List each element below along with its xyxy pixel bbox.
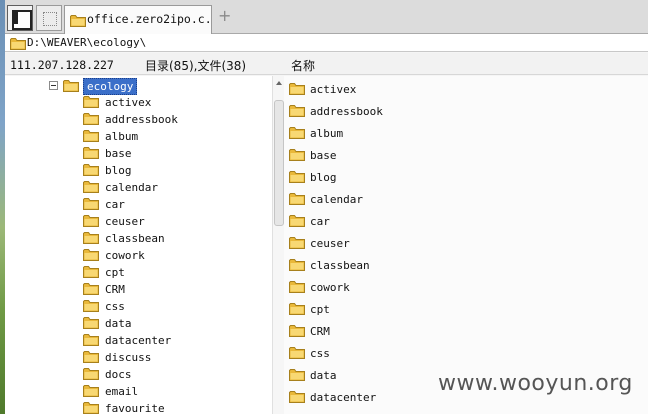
tree-item-label: classbean (105, 232, 165, 245)
directory-tree: ecology activex addressbook album base b… (5, 76, 273, 414)
folder-icon (10, 37, 26, 50)
folder-icon (289, 346, 305, 359)
scrollbar-thumb[interactable] (274, 100, 284, 226)
list-item-label: classbean (310, 259, 370, 272)
tree-item-label: ceuser (105, 215, 145, 228)
tab-active[interactable]: office.zero2ipo.c... (64, 5, 212, 34)
folder-icon (83, 401, 99, 414)
list-item-label: CRM (310, 325, 330, 338)
folder-icon (83, 316, 99, 329)
folder-icon (289, 148, 305, 161)
folder-icon (289, 170, 305, 183)
folder-icon (83, 333, 99, 346)
scroll-up-arrow-icon[interactable] (276, 81, 282, 85)
folder-icon (83, 265, 99, 278)
folder-icon (289, 214, 305, 227)
folder-icon (289, 302, 305, 315)
folder-icon (83, 163, 99, 176)
tree-item-label: album (105, 130, 139, 143)
list-item-label: car (310, 215, 330, 228)
server-ip: 111.207.128.227 (10, 58, 114, 72)
tree-item-label: car (105, 198, 125, 211)
toggle-panel-button[interactable] (7, 5, 33, 31)
tree-item-label: email (105, 385, 139, 398)
list-item-label: data (310, 369, 337, 382)
tree-item-label: calendar (105, 181, 158, 194)
watermark-text: www.wooyun.org (438, 371, 633, 396)
tree-item-label: discuss (105, 351, 152, 364)
folder-open-icon (63, 79, 79, 92)
new-window-button[interactable] (36, 5, 62, 31)
folder-icon (289, 324, 305, 337)
tree-item-label: docs (105, 368, 132, 381)
folder-icon (289, 390, 305, 403)
list-item-label: album (310, 127, 344, 140)
list-item-label: activex (310, 83, 357, 96)
tree-item-label: addressbook (105, 113, 178, 126)
status-row: 111.207.128.227 目录(85),文件(38) 名称 (5, 53, 648, 75)
list-item-label: blog (310, 171, 337, 184)
tree-item-label: datacenter (105, 334, 172, 347)
folder-icon (83, 180, 99, 193)
folder-icon (83, 282, 99, 295)
tree-item-label: blog (105, 164, 132, 177)
tree-root-label: ecology (83, 78, 138, 95)
folder-icon (289, 82, 305, 95)
list-item-label: ceuser (310, 237, 350, 250)
address-bar[interactable]: D:\WEAVER\ecology\ (5, 34, 648, 52)
folder-icon (83, 197, 99, 210)
folder-icon (83, 95, 99, 108)
list-item-label: addressbook (310, 105, 383, 118)
list-item-label: cpt (310, 303, 330, 316)
folder-icon (289, 192, 305, 205)
tree-item-label: cowork (105, 249, 145, 262)
folder-icon (83, 214, 99, 227)
list-item-label: datacenter (310, 391, 377, 404)
collapse-icon[interactable] (49, 81, 58, 90)
folder-icon (83, 299, 99, 312)
list-item-label: cowork (310, 281, 350, 294)
folder-icon (289, 280, 305, 293)
folder-icon (289, 236, 305, 249)
folder-icon (289, 368, 305, 381)
folder-icon (83, 146, 99, 159)
folder-icon (83, 384, 99, 397)
tree-item-label: css (105, 300, 125, 313)
folder-icon (289, 104, 305, 117)
address-path: D:\WEAVER\ecology\ (27, 36, 147, 49)
tree-scrollbar[interactable] (272, 76, 284, 414)
column-header-name[interactable]: 名称 (291, 57, 315, 74)
folder-icon (83, 248, 99, 261)
tree-item-label: CRM (105, 283, 125, 296)
file-list: activex addressbook album base blog cale… (284, 76, 648, 414)
folder-icon (83, 350, 99, 363)
list-item-label: calendar (310, 193, 363, 206)
list-item-label: css (310, 347, 330, 360)
list-item-label: base (310, 149, 337, 162)
item-counts: 目录(85),文件(38) (145, 59, 247, 73)
folder-icon (83, 112, 99, 125)
folder-icon (289, 258, 305, 271)
folder-icon (83, 129, 99, 142)
tab-title: office.zero2ipo.c... (87, 12, 212, 26)
folder-icon (83, 367, 99, 380)
tree-item-label: activex (105, 96, 152, 109)
folder-icon (83, 231, 99, 244)
folder-icon (289, 126, 305, 139)
folder-icon (70, 14, 86, 27)
tree-item-label: cpt (105, 266, 125, 279)
tree-item-label: favourite (105, 402, 165, 414)
tab-bar: office.zero2ipo.c... + (5, 0, 648, 34)
tree-item-label: base (105, 147, 132, 160)
add-tab-icon[interactable]: + (218, 8, 231, 24)
tree-item-label: data (105, 317, 132, 330)
